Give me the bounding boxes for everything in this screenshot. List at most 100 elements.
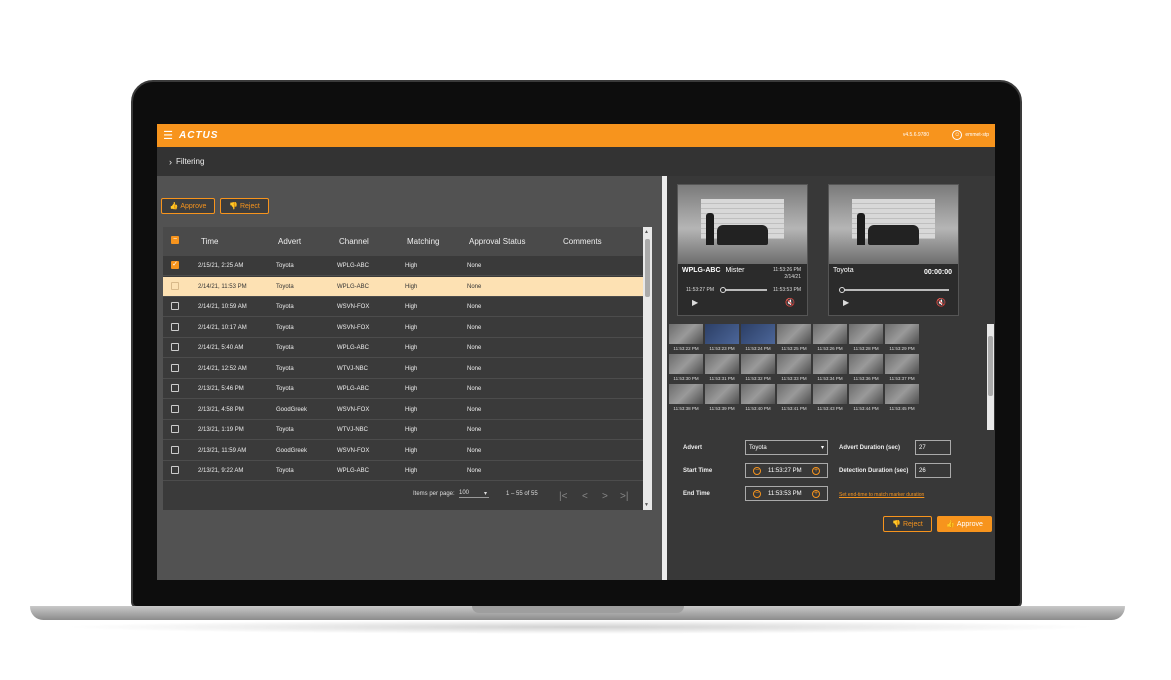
first-page-icon[interactable]: |< — [559, 491, 567, 502]
table-row[interactable]: 2/13/21, 9:22 AM Toyota WPLG-ABC High None — [163, 461, 643, 481]
row-checkbox[interactable] — [171, 281, 179, 290]
row-checkbox[interactable] — [171, 363, 179, 372]
frame-thumbnail[interactable]: 11:53:32 PM — [741, 354, 775, 384]
frame-thumbnail[interactable]: 11:53:25 PM — [777, 324, 811, 354]
cell-advert: GoodGreek — [276, 406, 308, 413]
reference-seek-bar[interactable] — [841, 289, 949, 291]
match-marker-duration-link[interactable]: Set end-time to match marker duration — [839, 492, 924, 498]
frame-thumbnail[interactable]: 11:53:28 PM — [849, 324, 883, 354]
broadcast-seek-bar[interactable] — [722, 289, 767, 291]
advert-duration-field[interactable]: 27 — [915, 440, 951, 455]
advert-select[interactable]: Toyota ▾ — [745, 440, 828, 455]
cell-channel: WTVJ-NBC — [337, 427, 368, 433]
frame-thumbnail-image — [669, 384, 703, 404]
frame-thumbnail[interactable]: 11:53:29 PM — [885, 324, 919, 354]
plus-icon[interactable]: + — [812, 467, 820, 475]
row-checkbox[interactable] — [171, 302, 179, 310]
table-row[interactable]: ✓ 2/15/21, 2:25 AM Toyota WPLG-ABC High None — [163, 256, 643, 276]
row-checkbox[interactable] — [171, 384, 179, 392]
plus-icon[interactable]: + — [812, 490, 820, 498]
frame-thumbnail-time: 11:53:37 PM — [889, 376, 915, 381]
end-time-value[interactable]: 11:53:53 PM — [768, 491, 802, 497]
reference-video-frame[interactable] — [829, 185, 958, 264]
approve-button[interactable]: 👍 Approve — [937, 516, 992, 532]
approve-button[interactable]: 👍 Approve — [161, 198, 215, 214]
frame-thumbnail[interactable]: 11:53:23 PM — [705, 324, 739, 354]
items-per-page-select[interactable]: 100 ▾ — [459, 490, 489, 498]
chevron-right-icon: › — [169, 156, 172, 167]
frame-thumbnail[interactable]: 11:53:38 PM — [669, 384, 703, 414]
advert-duration-label: Advert Duration (sec) — [839, 445, 901, 451]
frame-thumbnail[interactable]: 11:53:24 PM — [741, 324, 775, 354]
frame-thumbnail[interactable]: 11:53:45 PM — [885, 384, 919, 414]
col-matching[interactable]: Matching — [407, 237, 439, 246]
prev-page-icon[interactable]: < — [582, 491, 588, 502]
frame-thumbnail[interactable]: 11:53:22 PM — [669, 324, 703, 354]
row-checkbox[interactable]: ✓ — [171, 261, 179, 269]
cell-channel: WTVJ-NBC — [337, 365, 368, 372]
mute-icon[interactable]: 🔇 — [785, 298, 795, 307]
col-channel[interactable]: Channel — [339, 237, 369, 246]
detection-duration-field[interactable]: 26 — [915, 463, 951, 478]
table-row[interactable]: 2/13/21, 4:58 PM GoodGreek WSVN-FOX High Non… — [163, 400, 643, 420]
minus-icon[interactable]: − — [753, 490, 761, 498]
table-row[interactable]: 2/14/21, 5:40 AM Toyota WPLG-ABC High None — [163, 338, 643, 358]
frame-thumbnail[interactable]: 11:53:30 PM — [669, 354, 703, 384]
frame-thumbnail[interactable]: 11:53:40 PM — [741, 384, 775, 414]
col-comments[interactable]: Comments — [563, 237, 602, 246]
cell-advert: Toyota — [276, 427, 294, 433]
col-advert[interactable]: Advert — [278, 237, 301, 246]
frame-thumbnail[interactable]: 11:53:37 PM — [885, 354, 919, 384]
row-checkbox[interactable] — [171, 404, 179, 413]
user-icon: ☺ — [952, 130, 963, 140]
col-approval-status[interactable]: Approval Status — [469, 237, 525, 246]
table-scrollbar[interactable]: ▲ ▼ — [643, 227, 652, 510]
frame-thumbnail[interactable]: 11:53:31 PM — [705, 354, 739, 384]
frame-thumbnail[interactable]: 11:53:34 PM — [813, 354, 847, 384]
table-row[interactable]: 2/14/21, 12:52 AM Toyota WTVJ-NBC High None — [163, 359, 643, 379]
menu-icon[interactable]: ☰ — [157, 124, 179, 147]
table-row[interactable]: 2/13/21, 11:59 AM GoodGreek WSVN-FOX High No… — [163, 441, 643, 461]
row-checkbox[interactable] — [171, 425, 179, 433]
minus-icon[interactable]: − — [753, 467, 761, 475]
reject-button[interactable]: 👎 Reject — [883, 516, 932, 532]
play-icon[interactable]: ▶ — [692, 298, 698, 307]
frame-thumbnail-image — [777, 324, 811, 344]
filtering-toggle[interactable]: › Filtering — [157, 147, 995, 176]
frame-thumbnail[interactable]: 11:53:26 PM — [813, 324, 847, 354]
row-checkbox[interactable] — [171, 445, 179, 454]
cell-time: 2/14/21, 11:53 PM — [198, 283, 247, 290]
row-checkbox[interactable] — [171, 466, 179, 474]
col-time[interactable]: Time — [201, 237, 218, 246]
frame-thumbnail[interactable]: 11:53:39 PM — [705, 384, 739, 414]
frame-thumbnail[interactable]: 11:53:33 PM — [777, 354, 811, 384]
frame-thumbnail[interactable]: 11:53:43 PM — [813, 384, 847, 414]
user-menu[interactable]: ☺ emmet-stp — [952, 130, 989, 140]
broadcast-video-frame[interactable] — [678, 185, 807, 264]
thumbnail-scrollbar[interactable] — [987, 324, 994, 430]
table-row[interactable]: 2/14/21, 10:17 AM Toyota WSVN-FOX High None — [163, 318, 643, 338]
row-checkbox[interactable] — [171, 343, 179, 351]
play-icon[interactable]: ▶ — [843, 298, 849, 307]
frame-thumbnail[interactable]: 11:53:41 PM — [777, 384, 811, 414]
row-checkbox[interactable] — [171, 322, 179, 331]
cell-time: 2/13/21, 9:22 AM — [198, 468, 244, 474]
cell-approval-status: None — [467, 283, 482, 290]
table-row[interactable]: 2/14/21, 11:53 PM Toyota WPLG-ABC High None — [163, 276, 643, 297]
next-page-icon[interactable]: > — [602, 491, 608, 502]
cell-approval-status: None — [467, 345, 482, 351]
frame-thumbnail-image — [669, 324, 703, 344]
frame-thumbnail[interactable]: 11:53:36 PM — [849, 354, 883, 384]
select-all-checkbox[interactable]: − — [171, 236, 179, 244]
reject-button[interactable]: 👎 Reject — [220, 198, 269, 214]
broadcast-seek-knob[interactable] — [720, 287, 726, 293]
last-page-icon[interactable]: >| — [620, 491, 628, 502]
table-row[interactable]: 2/13/21, 5:46 PM Toyota WPLG-ABC High None — [163, 379, 643, 399]
start-time-value[interactable]: 11:53:27 PM — [768, 468, 802, 474]
frame-thumbnail[interactable]: 11:53:44 PM — [849, 384, 883, 414]
reference-seek-knob[interactable] — [839, 287, 845, 293]
table-row[interactable]: 2/13/21, 1:19 PM Toyota WTVJ-NBC High None — [163, 420, 643, 440]
table-row[interactable]: 2/14/21, 10:59 AM Toyota WSVN-FOX High None — [163, 297, 643, 317]
cell-channel: WSVN-FOX — [337, 447, 370, 454]
mute-icon[interactable]: 🔇 — [936, 298, 946, 307]
